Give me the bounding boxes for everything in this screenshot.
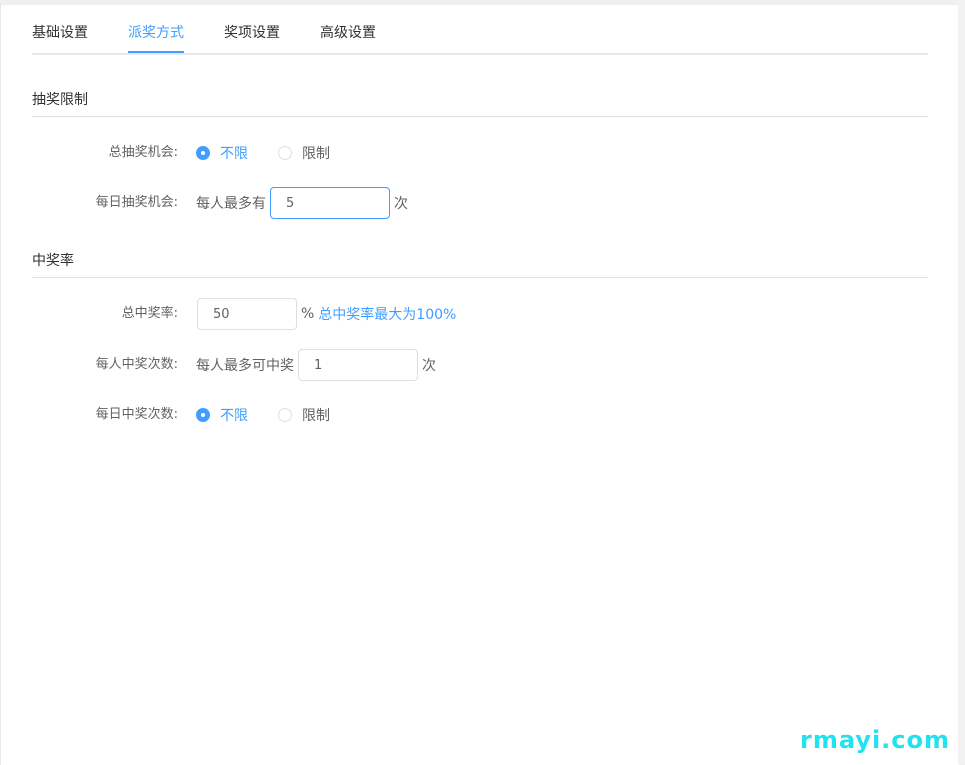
daily-wins-unlimited-radio[interactable]: 不限 bbox=[196, 405, 248, 425]
total-rate-label: 总中奖率: bbox=[121, 306, 178, 321]
daily-chances-label: 每日抽奖机会: bbox=[95, 195, 178, 210]
per-person-wins-label: 每人中奖次数: bbox=[95, 357, 178, 372]
section-title-draw-limit: 抽奖限制 bbox=[32, 92, 88, 108]
total-chances-limited-radio[interactable]: 限制 bbox=[278, 143, 330, 163]
daily-wins-row: 每日中奖次数: 不限 限制 bbox=[1, 399, 959, 431]
total-rate-input[interactable]: 50 bbox=[197, 298, 297, 330]
per-person-wins-row: 每人中奖次数: 每人最多可中奖 1 次 bbox=[1, 349, 959, 381]
daily-wins-label: 每日中奖次数: bbox=[95, 407, 178, 422]
tab-advanced-settings[interactable]: 高级设置 bbox=[320, 22, 376, 53]
total-rate-suffix: % bbox=[301, 306, 315, 322]
radio-label: 不限 bbox=[220, 146, 248, 162]
per-person-wins-suffix: 次 bbox=[422, 358, 436, 374]
per-person-wins-field: 每人最多可中奖 1 次 bbox=[196, 349, 436, 381]
radio-unchecked-icon bbox=[278, 146, 292, 160]
daily-chances-suffix: 次 bbox=[394, 196, 408, 212]
radio-checked-icon bbox=[196, 146, 210, 160]
daily-chances-row: 每日抽奖机会: 每人最多有 5 次 bbox=[1, 187, 959, 219]
tab-basic-settings[interactable]: 基础设置 bbox=[32, 22, 88, 53]
section-title-win-rate: 中奖率 bbox=[32, 253, 74, 269]
section-divider bbox=[32, 277, 928, 278]
daily-chances-prefix: 每人最多有 bbox=[196, 196, 266, 212]
daily-chances-field: 每人最多有 5 次 bbox=[196, 187, 408, 219]
total-chances-row: 总抽奖机会: 不限 限制 bbox=[1, 137, 959, 169]
scrollbar-gutter bbox=[958, 0, 965, 764]
per-person-wins-input[interactable]: 1 bbox=[298, 349, 418, 381]
radio-checked-icon bbox=[196, 408, 210, 422]
total-rate-hint: 总中奖率最大为100% bbox=[318, 307, 457, 323]
daily-chances-input[interactable]: 5 bbox=[270, 187, 390, 219]
tab-prize-settings[interactable]: 奖项设置 bbox=[224, 22, 280, 53]
settings-panel: 基础设置 派奖方式 奖项设置 高级设置 抽奖限制 总抽奖机会: 不限 限制 每日… bbox=[0, 4, 959, 765]
section-divider bbox=[32, 116, 928, 117]
tab-bar: 基础设置 派奖方式 奖项设置 高级设置 bbox=[32, 5, 928, 55]
daily-wins-limited-radio[interactable]: 限制 bbox=[278, 405, 330, 425]
tab-prize-method[interactable]: 派奖方式 bbox=[128, 22, 184, 53]
radio-label: 限制 bbox=[302, 146, 330, 162]
total-rate-field: 50 % 总中奖率最大为100% bbox=[196, 298, 456, 330]
total-rate-row: 总中奖率: 50 % 总中奖率最大为100% bbox=[1, 298, 959, 330]
per-person-wins-prefix: 每人最多可中奖 bbox=[196, 358, 294, 374]
watermark: rmayi.com bbox=[800, 726, 951, 754]
total-chances-unlimited-radio[interactable]: 不限 bbox=[196, 143, 248, 163]
total-chances-radio-group: 不限 限制 bbox=[196, 137, 360, 169]
total-chances-label: 总抽奖机会: bbox=[108, 145, 178, 160]
radio-unchecked-icon bbox=[278, 408, 292, 422]
daily-wins-radio-group: 不限 限制 bbox=[196, 399, 360, 431]
radio-label: 限制 bbox=[302, 408, 330, 424]
radio-label: 不限 bbox=[220, 408, 248, 424]
